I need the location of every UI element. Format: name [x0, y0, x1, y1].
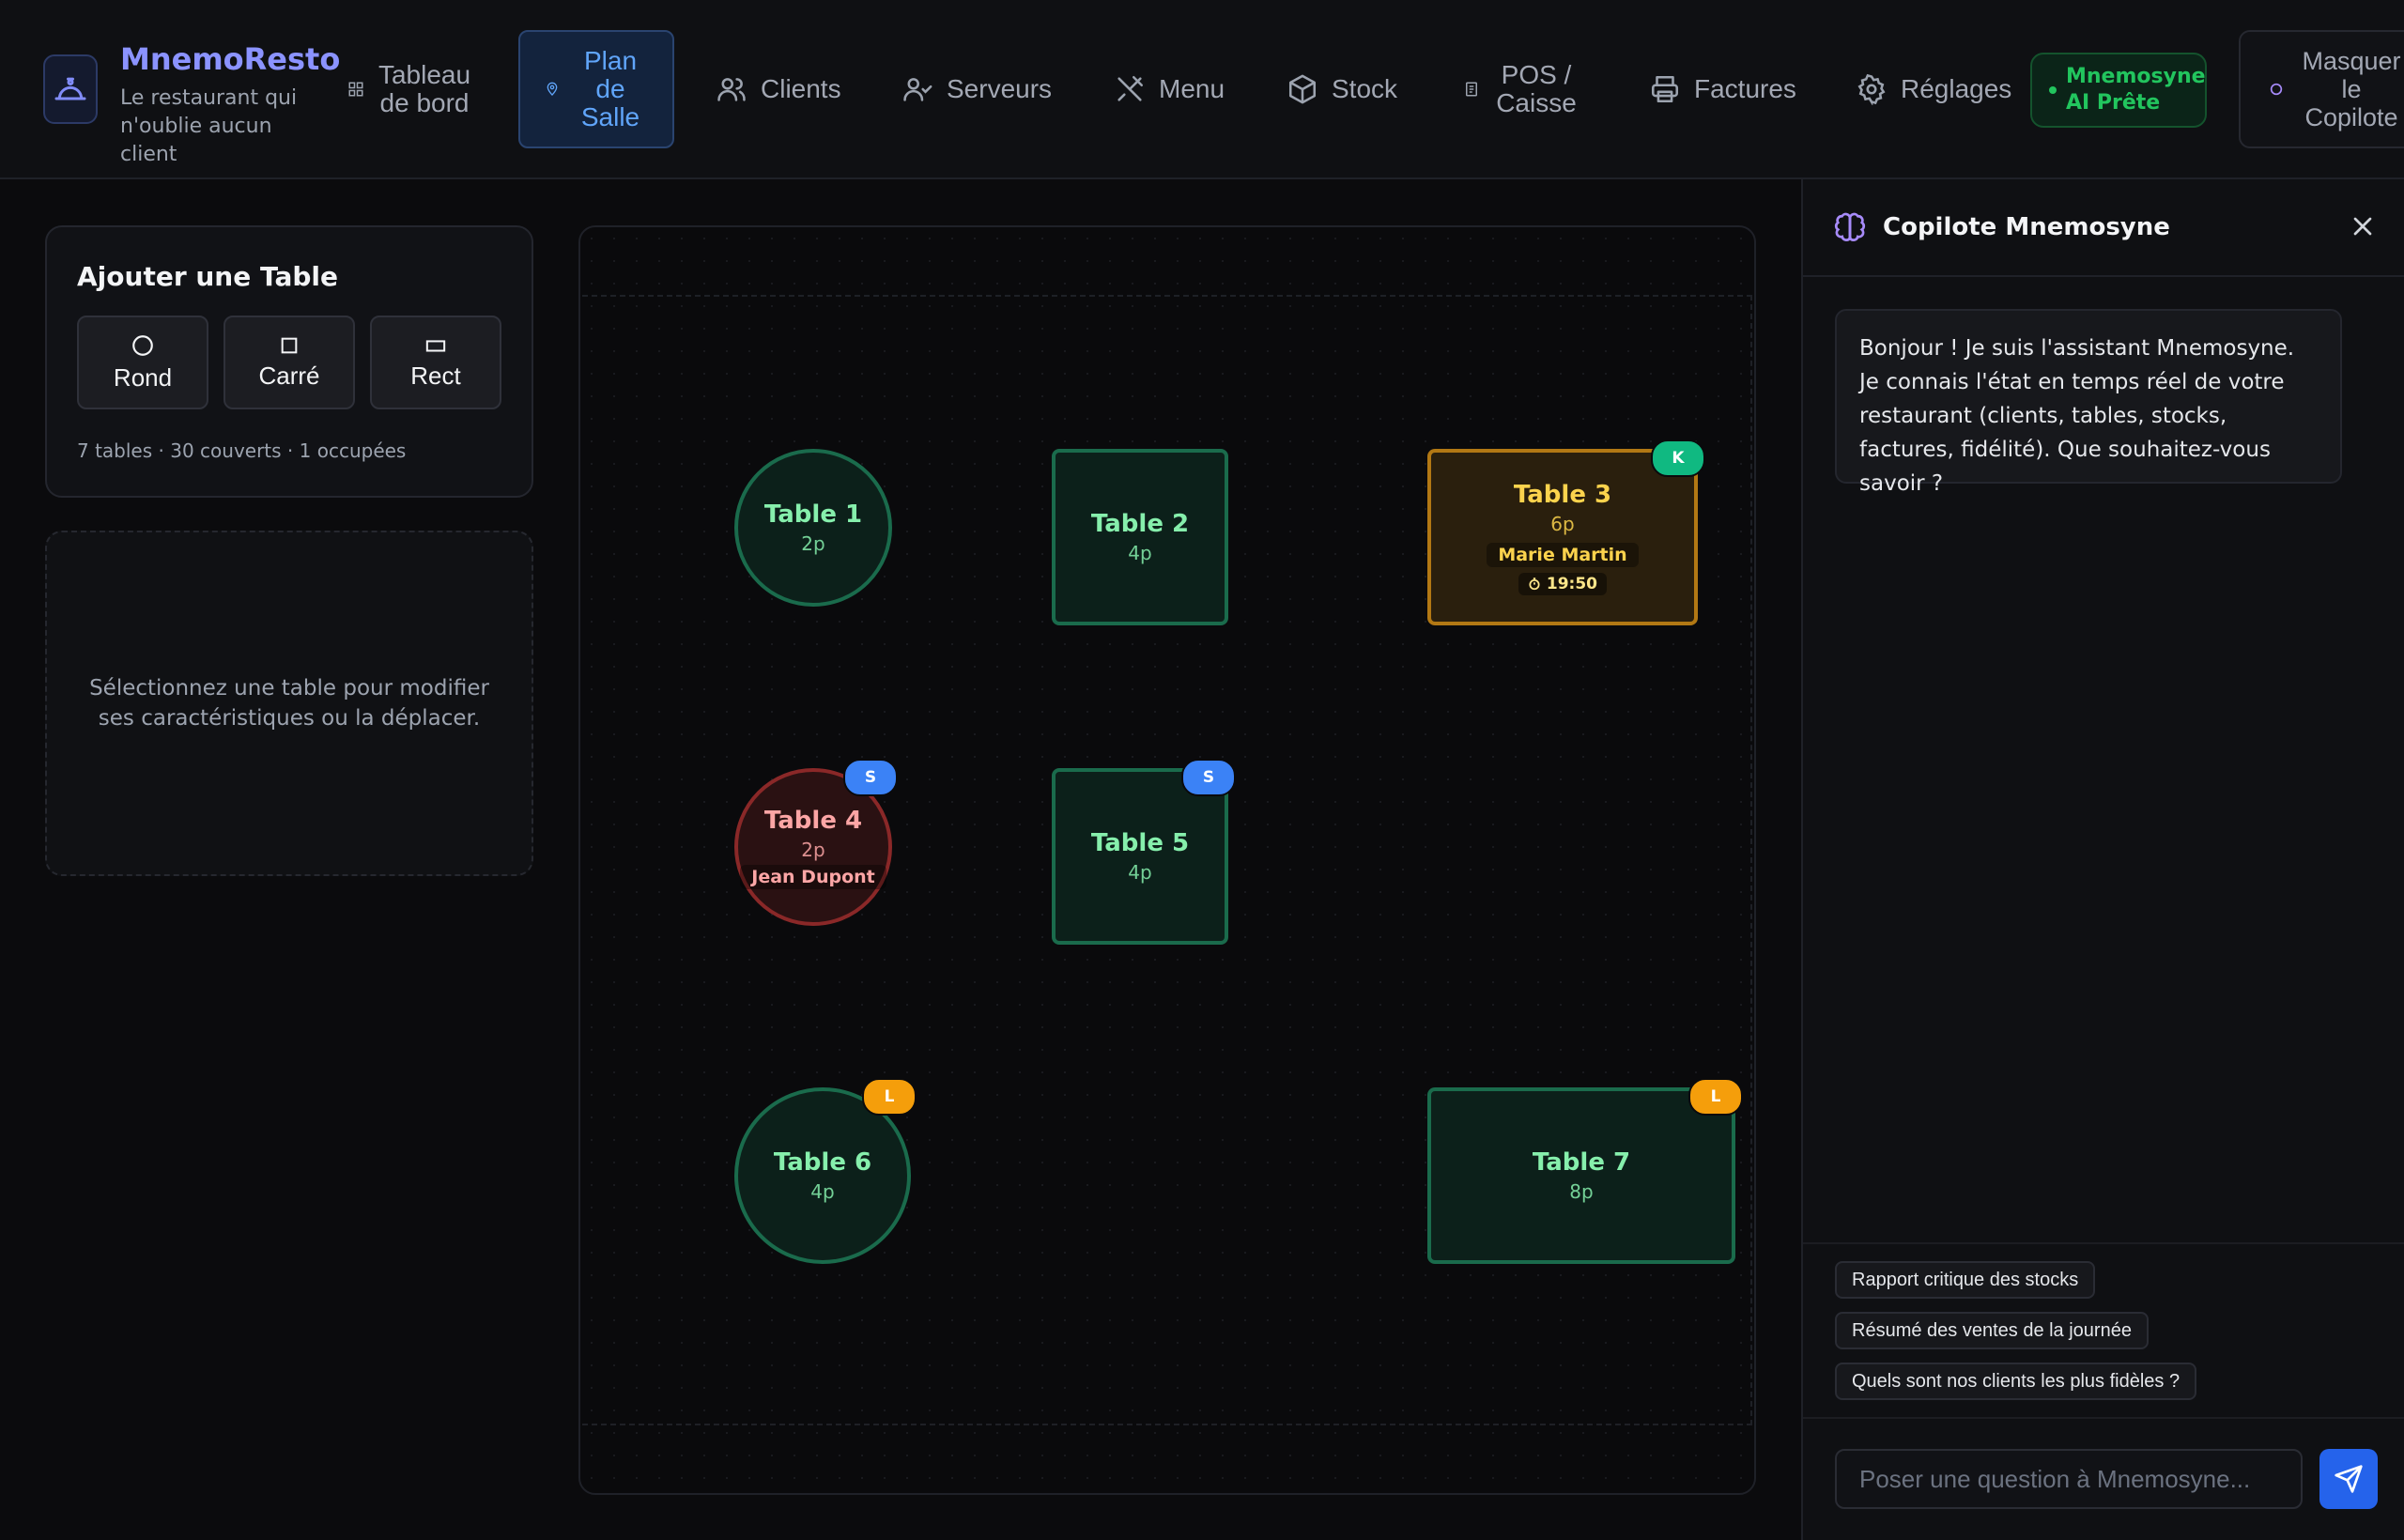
server-badge: L — [862, 1078, 917, 1116]
nav-label: Factures — [1694, 74, 1796, 103]
table-name: Table 1 — [763, 500, 863, 529]
user-check-icon — [903, 78, 932, 101]
nav-factures[interactable]: Factures — [1640, 30, 1806, 148]
shape-label: Rond — [113, 362, 173, 392]
nav-serveurs[interactable]: Serveurs — [892, 30, 1061, 148]
printer-icon — [1651, 75, 1679, 103]
table-7[interactable]: Table 7 8p — [1427, 1087, 1735, 1264]
suggestion-chip[interactable]: Rapport critique des stocks — [1835, 1261, 2096, 1299]
table-time: 19:50 — [1518, 573, 1608, 595]
add-round-table-button[interactable]: Rond — [77, 316, 208, 409]
copilot-panel: Copilote Mnemosyne Bonjour ! Je suis l'a… — [1801, 179, 2404, 1540]
divider — [1803, 1417, 2404, 1419]
rectangle-icon — [425, 339, 446, 352]
divider — [1803, 1242, 2404, 1244]
nav-plan-de-salle[interactable]: Plan de Salle — [518, 30, 674, 148]
copilot-title: Copilote Mnemosyne — [1883, 213, 2170, 241]
ai-status-badge: Mnemosyne AI Prête — [2030, 53, 2207, 128]
nav-label: Tableau de bord — [378, 60, 471, 117]
suggestion-chip[interactable]: Résumé des ventes de la journée — [1835, 1312, 2149, 1349]
ai-status-label: Mnemosyne AI Prête — [2066, 65, 2206, 115]
nav-label: Clients — [761, 74, 841, 103]
shape-label: Rect — [410, 361, 461, 390]
nav-pos-caisse[interactable]: POS / Caisse — [1454, 30, 1589, 148]
hide-copilot-button[interactable]: Masquer le Copilote — [2239, 30, 2404, 148]
brand-name: MnemoResto — [120, 41, 341, 77]
nav-tableau-de-bord[interactable]: Tableau de bord — [338, 30, 481, 148]
table-name: Table 2 — [1090, 510, 1190, 538]
square-icon — [281, 337, 298, 353]
cloche-icon — [54, 77, 86, 100]
table-name: Table 6 — [773, 1148, 872, 1177]
table-stats: 7 tables · 30 couverts · 1 occupées — [77, 439, 407, 462]
assistant-message: Bonjour ! Je suis l'assistant Mnemosyne.… — [1835, 309, 2342, 496]
add-table-title: Ajouter une Table — [77, 261, 338, 292]
status-dot-icon — [2049, 86, 2057, 94]
nav-label: Stock — [1332, 74, 1398, 103]
nav-clients[interactable]: Clients — [706, 30, 851, 148]
server-badge: L — [1688, 1078, 1743, 1116]
selection-hint-text: Sélectionnez une table pour modifier ses… — [89, 676, 489, 731]
sparkle-icon — [2270, 83, 2283, 96]
table-name: Table 5 — [1090, 829, 1190, 857]
shape-label: Carré — [258, 361, 320, 390]
receipt-icon — [1466, 82, 1477, 97]
server-badge: S — [843, 759, 898, 796]
table-seats: 4p — [1128, 542, 1152, 564]
brand-tagline: Le restaurant qui n'oublie aucun client — [120, 86, 298, 166]
send-icon — [2335, 1465, 2363, 1493]
gear-icon — [1857, 73, 1886, 105]
nav-label: Réglages — [1901, 74, 2012, 103]
copilot-header: Copilote Mnemosyne — [1803, 179, 2404, 277]
add-square-table-button[interactable]: Carré — [223, 316, 355, 409]
table-seats: 4p — [1128, 861, 1152, 884]
nav-label: Serveurs — [947, 74, 1053, 103]
table-seats: 2p — [801, 532, 825, 555]
table-guest: Jean Dupont — [740, 865, 886, 889]
table-seats: 2p — [801, 839, 825, 861]
add-table-panel: Ajouter une Table Rond Carré Rect 7 tabl… — [45, 225, 533, 498]
nav-stock[interactable]: Stock — [1277, 30, 1407, 148]
table-name: Table 3 — [1513, 481, 1612, 509]
table-name: Table 7 — [1532, 1148, 1631, 1177]
table-name: Table 4 — [763, 807, 863, 835]
table-seats: 8p — [1569, 1180, 1594, 1203]
floor-plan[interactable]: Table 1 2p Table 2 4p Table 3 6p Marie M… — [578, 225, 1756, 1495]
server-badge: K — [1651, 439, 1705, 477]
copilot-question-input[interactable] — [1835, 1449, 2303, 1509]
nav-menu[interactable]: Menu — [1104, 30, 1234, 148]
grid-icon — [348, 82, 363, 97]
nav-label: POS / Caisse — [1496, 60, 1577, 117]
add-rect-table-button[interactable]: Rect — [370, 316, 501, 409]
brain-icon — [1834, 212, 1866, 241]
map-pin-icon — [547, 82, 558, 96]
top-navigation: MnemoResto Le restaurant qui n'oublie au… — [0, 0, 2404, 179]
table-seats: 4p — [810, 1180, 835, 1203]
table-2[interactable]: Table 2 4p — [1052, 449, 1228, 625]
suggestion-chip[interactable]: Quels sont nos clients les plus fidèles … — [1835, 1363, 2197, 1400]
nav-reglages[interactable]: Réglages — [1846, 30, 2021, 148]
utensils-icon — [1117, 75, 1144, 101]
table-1[interactable]: Table 1 2p — [734, 449, 892, 607]
nav-label: Plan de Salle — [580, 46, 640, 131]
hide-copilot-label: Masquer le Copilote — [2302, 47, 2401, 131]
package-icon — [1288, 74, 1317, 104]
table-3[interactable]: Table 3 6p Marie Martin 19:50 — [1427, 449, 1698, 625]
nav-label: Menu — [1159, 74, 1225, 103]
selection-hint-panel: Sélectionnez une table pour modifier ses… — [45, 531, 533, 876]
table-guest: Marie Martin — [1487, 543, 1639, 567]
logo[interactable] — [43, 54, 98, 124]
close-icon[interactable] — [2348, 211, 2378, 241]
circle-icon — [132, 334, 153, 356]
server-badge: S — [1181, 759, 1236, 796]
table-seats: 6p — [1550, 513, 1575, 535]
send-button[interactable] — [2319, 1449, 2378, 1509]
timer-icon — [1529, 578, 1540, 591]
users-icon — [717, 78, 746, 101]
